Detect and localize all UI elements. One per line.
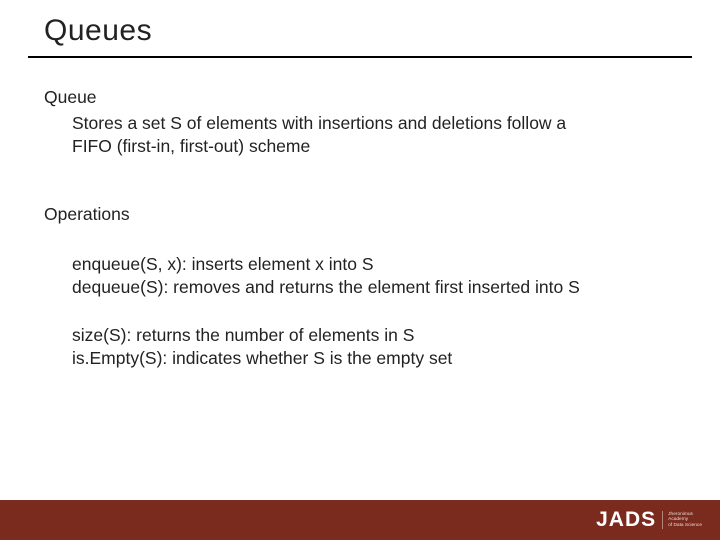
operation-dequeue: dequeue(S): removes and returns the elem… — [72, 276, 672, 300]
logo-tag-line-3: of Data Science — [668, 523, 702, 528]
section-head-operations: Operations — [44, 203, 672, 227]
spacer — [44, 159, 672, 203]
queue-def-line-1: Stores a set S of elements with insertio… — [72, 112, 672, 136]
operation-isempty: is.Empty(S): indicates whether S is the … — [72, 347, 672, 371]
queue-def-line-2: FIFO (first-in, first-out) scheme — [72, 135, 672, 159]
operation-enqueue: enqueue(S, x): inserts element x into S — [72, 253, 672, 277]
logo-text: JADS — [596, 508, 656, 532]
queue-definition: Stores a set S of elements with insertio… — [44, 112, 672, 159]
slide-content: Queue Stores a set S of elements with in… — [0, 58, 720, 371]
spacer — [44, 300, 672, 324]
jads-logo: JADS Jheronimus Academy of Data Science — [596, 508, 702, 532]
slide: Queues Queue Stores a set S of elements … — [0, 0, 720, 540]
footer-bar: JADS Jheronimus Academy of Data Science — [0, 500, 720, 540]
logo-tagline: Jheronimus Academy of Data Science — [662, 511, 702, 529]
section-head-queue: Queue — [44, 86, 672, 110]
operation-size: size(S): returns the number of elements … — [72, 324, 672, 348]
operations-group-1: enqueue(S, x): inserts element x into S … — [44, 253, 672, 300]
spacer — [44, 229, 672, 253]
operations-group-2: size(S): returns the number of elements … — [44, 324, 672, 371]
slide-title: Queues — [0, 0, 720, 56]
